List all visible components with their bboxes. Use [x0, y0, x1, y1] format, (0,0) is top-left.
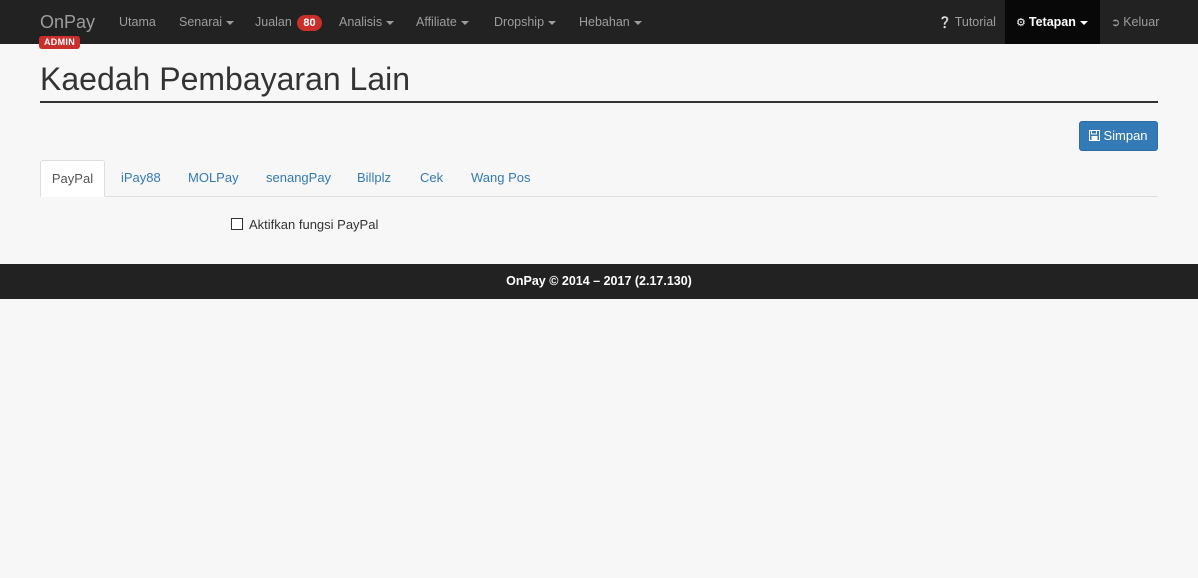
nav-affiliate-dropdown[interactable]: Affiliate — [416, 0, 469, 44]
page-title: Kaedah Pembayaran Lain — [40, 61, 411, 97]
nav-tetapan-dropdown[interactable]: ⚙ Tetapan — [1005, 0, 1100, 44]
sign-out-icon: ➲ — [1111, 17, 1121, 29]
save-button-label: Simpan — [1103, 128, 1148, 143]
nav-analisis-dropdown[interactable]: Analisis — [339, 0, 395, 44]
nav-dropship-dropdown[interactable]: Dropship — [494, 0, 557, 44]
admin-badge: ADMIN — [39, 36, 80, 49]
paypal-enable-checkbox[interactable] — [231, 218, 243, 230]
nav-keluar[interactable]: ➲ Keluar — [1111, 0, 1159, 44]
nav-label: Analisis — [339, 15, 383, 29]
floppy-disk-icon — [1089, 130, 1101, 141]
jualan-count-badge: 80 — [297, 14, 322, 31]
nav-label: Tutorial — [954, 15, 996, 29]
caret-down-icon — [226, 20, 235, 25]
caret-down-icon — [460, 20, 469, 25]
nav-label: Tetapan — [1028, 15, 1076, 29]
tab-molpay[interactable]: MOLPay — [188, 160, 239, 196]
nav-label: Senarai — [179, 15, 223, 29]
tabs-divider — [40, 196, 1158, 197]
tab-billplz[interactable]: Billplz — [357, 160, 391, 196]
tab-cek[interactable]: Cek — [420, 160, 443, 196]
top-navbar: OnPay ADMIN Utama Senarai Jualan 80 Anal… — [0, 0, 1198, 49]
question-circle-icon: ❔ — [938, 17, 952, 29]
nav-hebahan-dropdown[interactable]: Hebahan — [579, 0, 642, 44]
footer-copyright: OnPay © 2014 – 2017 (2.17.130) — [506, 274, 692, 288]
nav-label: Affiliate — [416, 15, 457, 29]
tab-senangpay[interactable]: senangPay — [266, 160, 331, 196]
brand-logo[interactable]: OnPay — [40, 11, 95, 33]
nav-utama[interactable]: Utama — [119, 0, 156, 44]
paypal-enable-row[interactable]: Aktifkan fungsi PayPal — [231, 217, 378, 233]
nav-label: Dropship — [494, 15, 545, 29]
caret-down-icon — [633, 20, 642, 25]
tab-ipay88[interactable]: iPay88 — [121, 160, 161, 196]
title-divider — [40, 101, 1158, 103]
nav-jualan[interactable]: Jualan 80 — [255, 0, 322, 44]
tab-paypal[interactable]: PayPal — [40, 160, 105, 197]
nav-label: Utama — [119, 15, 156, 29]
nav-senarai-dropdown[interactable]: Senarai — [179, 0, 235, 44]
nav-label: Jualan — [255, 15, 292, 29]
save-button[interactable]: Simpan — [1079, 121, 1158, 151]
nav-label: Keluar — [1123, 15, 1160, 29]
nav-tutorial[interactable]: ❔ Tutorial — [938, 0, 996, 44]
caret-down-icon — [548, 20, 557, 25]
nav-label: Hebahan — [579, 15, 630, 29]
caret-down-icon — [386, 20, 395, 25]
caret-down-icon — [1079, 20, 1088, 25]
tab-wang-pos[interactable]: Wang Pos — [471, 160, 531, 196]
gears-icon: ⚙ — [1016, 17, 1026, 29]
paypal-enable-label[interactable]: Aktifkan fungsi PayPal — [249, 217, 378, 232]
footer: OnPay © 2014 – 2017 (2.17.130) — [0, 264, 1198, 299]
